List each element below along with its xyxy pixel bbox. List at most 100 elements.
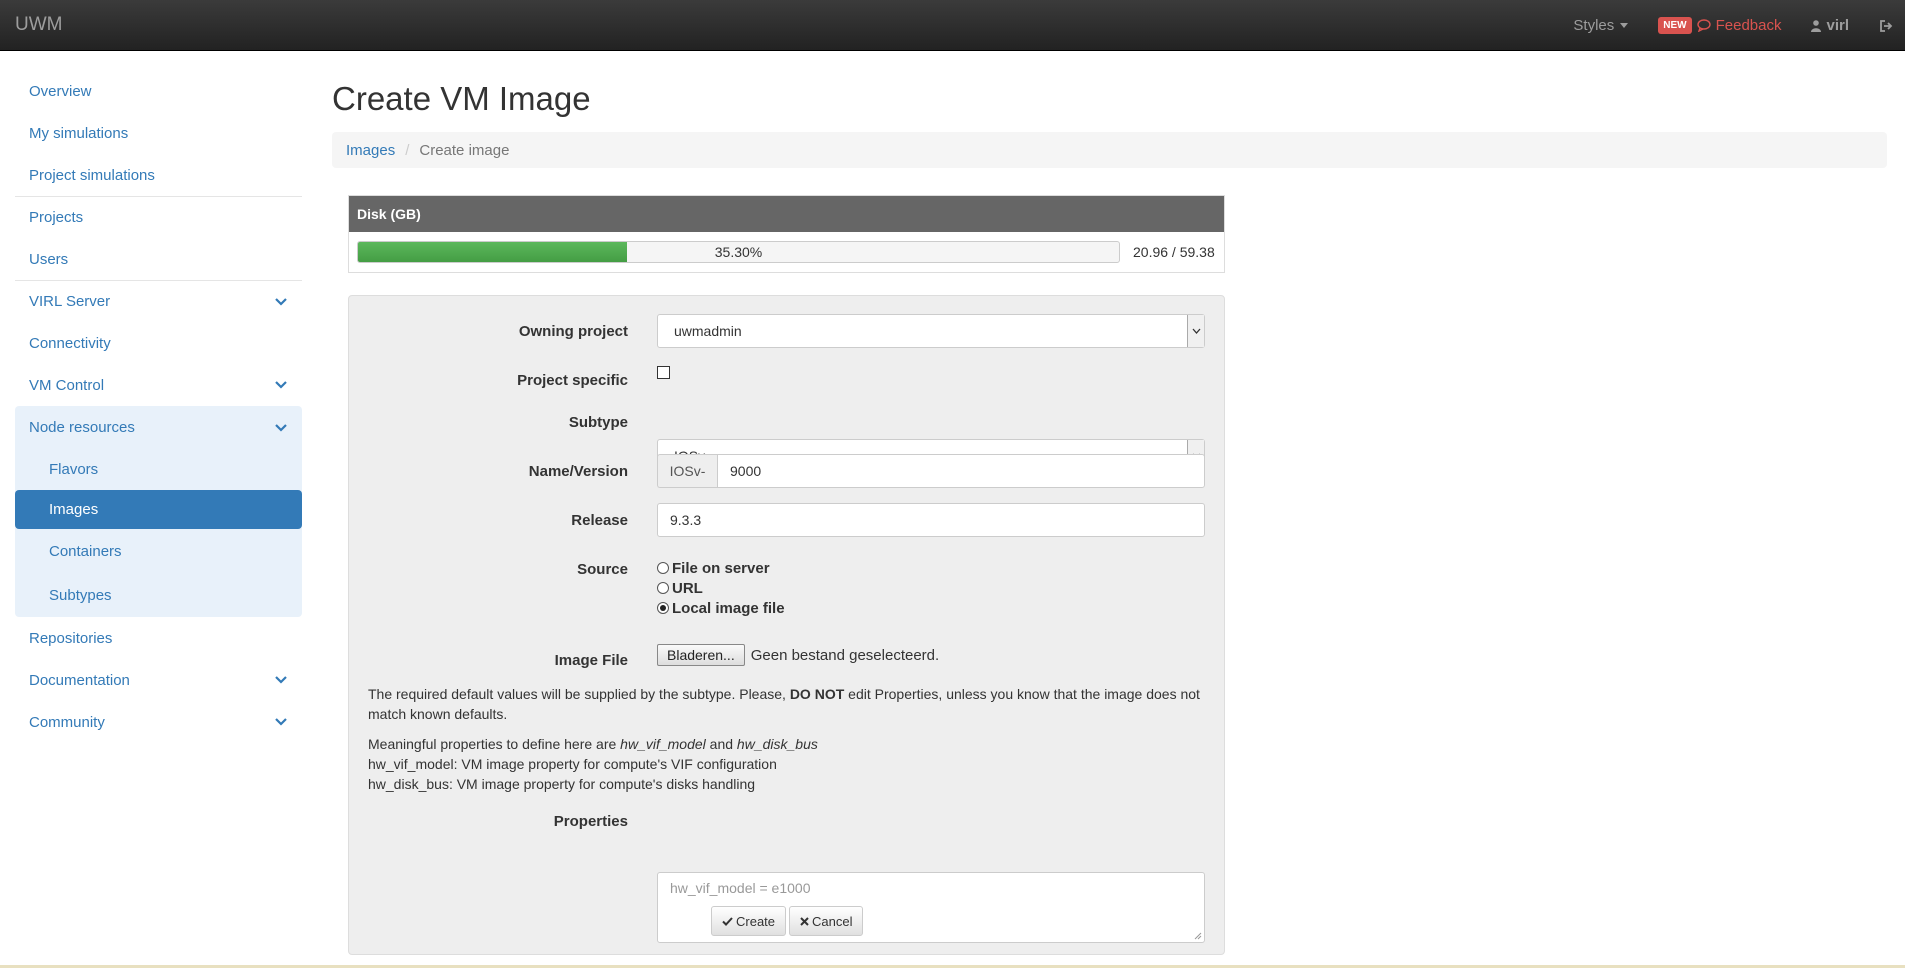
feedback-link[interactable]: NEW Feedback (1658, 17, 1781, 34)
node-resources-group: Node resources Flavors Images Containers… (15, 406, 302, 617)
sidebar-item-overview[interactable]: Overview (15, 70, 302, 112)
sidebar-subitem-flavors[interactable]: Flavors (15, 449, 302, 490)
sidebar-item-node-resources[interactable]: Node resources (15, 406, 302, 449)
sidebar-item-label: Documentation (29, 671, 130, 689)
sidebar-item-project-simulations[interactable]: Project simulations (15, 154, 302, 196)
sidebar-item-vm-control[interactable]: VM Control (15, 364, 302, 406)
breadcrumb-separator: / (405, 141, 410, 159)
help-text: Meaningful properties to define here are (368, 736, 621, 752)
name-version-input[interactable]: 9000 (717, 454, 1205, 488)
name-version-label: Name/Version (528, 463, 628, 480)
top-navbar: UWM Styles NEW Feedback virl (0, 0, 1905, 51)
help-term: hw_vif_model (620, 736, 706, 752)
caret-down-icon (1620, 23, 1629, 28)
cancel-button-label: Cancel (812, 913, 853, 929)
sidebar-item-projects[interactable]: Projects (15, 196, 302, 238)
owning-project-select[interactable]: uwmadmin (657, 314, 1205, 348)
sidebar-item-users[interactable]: Users (15, 238, 302, 280)
release-label: Release (571, 512, 628, 529)
sidebar-item-community[interactable]: Community (15, 701, 302, 743)
project-specific-checkbox[interactable] (657, 366, 670, 379)
chevron-down-icon (275, 718, 287, 726)
release-input[interactable]: 9.3.3 (657, 503, 1205, 537)
source-option-label: File on server (672, 559, 770, 577)
sidebar-item-label: Users (29, 250, 69, 268)
source-option-file-on-server[interactable]: File on server (657, 558, 785, 578)
brand-logo[interactable]: UWM (15, 14, 62, 36)
chevron-down-icon (275, 423, 287, 432)
sidebar-item-my-simulations[interactable]: My simulations (15, 112, 302, 154)
chevron-down-icon (275, 381, 287, 389)
disk-panel-header: Disk (GB) (349, 196, 1224, 232)
radio-button[interactable] (657, 582, 669, 594)
sidebar-item-label: VM Control (29, 376, 105, 394)
image-file-picker: Bladeren... Geen bestand geselecteerd. (657, 644, 939, 666)
sidebar-item-label: Images (49, 501, 99, 518)
select-arrow (1187, 315, 1204, 347)
help-line: Meaningful properties to define here are… (368, 734, 1208, 754)
comments-icon (1696, 19, 1711, 32)
resize-handle-icon[interactable] (1194, 932, 1202, 940)
name-prefix: IOSv- (657, 454, 717, 488)
name-version-group: IOSv- 9000 (657, 454, 1205, 488)
help-text: and (705, 736, 737, 752)
help-line: hw_disk_bus: VM image property for compu… (368, 776, 756, 792)
breadcrumb: Images / Create image (332, 132, 1887, 168)
sidebar-item-label: Containers (49, 542, 122, 560)
breadcrumb-images-link[interactable]: Images (346, 142, 395, 159)
create-image-form: Owning project uwmadmin Project specific… (348, 295, 1225, 955)
sidebar-item-label: VIRL Server (29, 293, 111, 310)
user-icon (1811, 19, 1822, 32)
sidebar-subitem-subtypes[interactable]: Subtypes (15, 573, 302, 617)
sidebar-subitem-containers[interactable]: Containers (15, 529, 302, 573)
sidebar-item-label: Overview (29, 82, 92, 100)
disk-usage-panel: Disk (GB) 35.30% 20.96 / 59.38 (348, 195, 1225, 273)
chevron-down-icon (1192, 328, 1200, 334)
disk-progress-bar: 35.30% (357, 241, 1120, 263)
disk-panel-body: 35.30% 20.96 / 59.38 (349, 232, 1224, 272)
properties-label: Properties (553, 813, 628, 830)
source-option-label: Local image file (672, 599, 785, 617)
sidebar-item-label: Flavors (49, 461, 99, 478)
sidebar-item-virl-server[interactable]: VIRL Server (15, 280, 302, 322)
sidebar-item-connectivity[interactable]: Connectivity (15, 322, 302, 364)
sidebar-item-documentation[interactable]: Documentation (15, 659, 302, 701)
browse-button[interactable]: Bladeren... (657, 644, 745, 666)
main-content: Create VM Image Images / Create image Di… (332, 80, 1887, 955)
source-radio-group: File on server URL Local image file (657, 558, 785, 618)
sidebar-subitem-images[interactable]: Images (15, 490, 302, 529)
chevron-down-icon (275, 297, 287, 306)
source-option-url[interactable]: URL (657, 578, 785, 598)
navbar-right: Styles NEW Feedback virl (1573, 0, 1905, 51)
properties-placeholder: hw_vif_model = e1000 (670, 880, 811, 896)
create-button-label: Create (736, 913, 776, 929)
help-line: hw_vif_model: VM image property for comp… (368, 756, 777, 772)
sidebar-item-label: My simulations (29, 124, 129, 142)
create-button[interactable]: Create (711, 906, 787, 936)
help-emphasis: DO NOT (789, 686, 845, 702)
sidebar-item-label: Community (29, 713, 105, 731)
owning-project-label: Owning project (518, 323, 628, 340)
styles-label: Styles (1573, 17, 1615, 34)
subtype-label: Subtype (568, 414, 628, 431)
source-label: Source (577, 561, 628, 578)
breadcrumb-current: Create image (419, 141, 510, 159)
sidebar-item-label: Repositories (29, 629, 113, 647)
logout-icon[interactable] (1879, 19, 1893, 33)
feedback-label: Feedback (1715, 17, 1782, 34)
sidebar-item-label: Connectivity (29, 334, 111, 352)
help-text: The required default values will be supp… (368, 686, 790, 702)
sidebar-item-repositories[interactable]: Repositories (15, 617, 302, 659)
disk-progress-label: 35.30% (714, 244, 763, 260)
source-option-local-image-file[interactable]: Local image file (657, 598, 785, 618)
radio-button[interactable] (657, 562, 669, 574)
styles-dropdown[interactable]: Styles (1573, 17, 1629, 34)
cancel-button[interactable]: Cancel (789, 906, 864, 936)
sidebar-nav: Overview My simulations Project simulati… (15, 70, 302, 743)
radio-button-selected[interactable] (657, 602, 669, 614)
sidebar-item-label: Node resources (29, 419, 135, 436)
user-menu[interactable]: virl (1811, 17, 1849, 34)
check-icon (722, 916, 733, 926)
chevron-down-icon (275, 676, 287, 684)
image-file-label: Image File (554, 652, 628, 669)
